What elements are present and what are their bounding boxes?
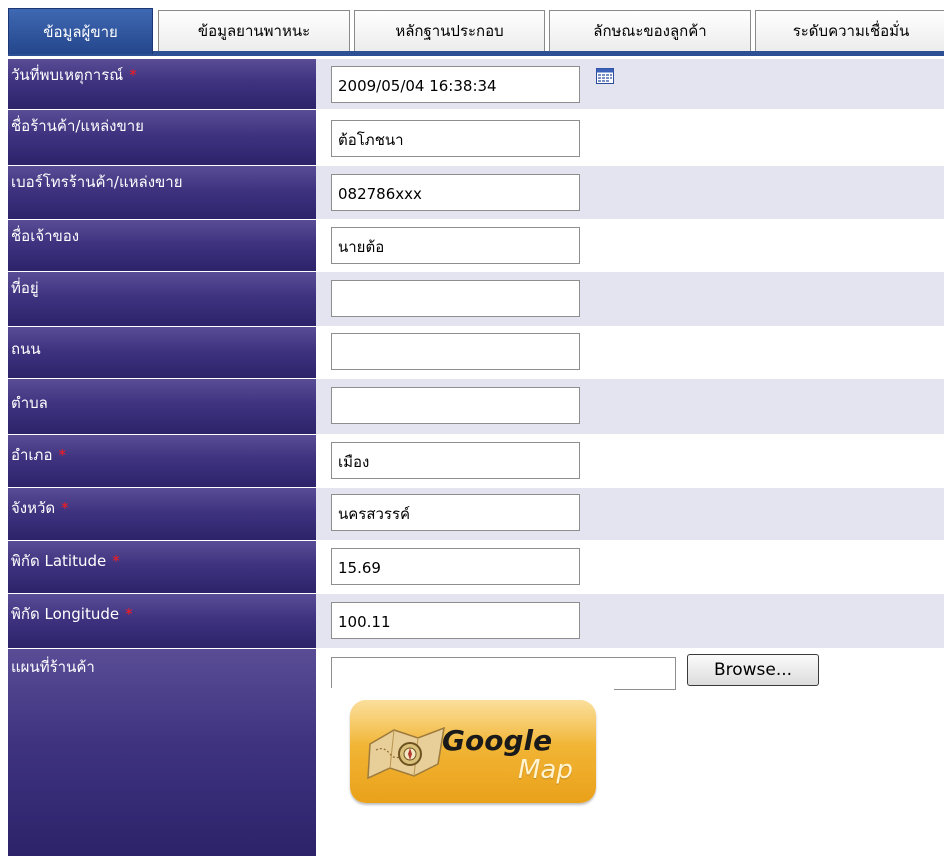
row-road: ถนน: [8, 327, 944, 379]
shop-phone-label: เบอร์โทรร้านค้า/แหล่งขาย: [11, 173, 183, 191]
shop-name-label: ชื่อร้านค้า/แหล่งขาย: [11, 117, 144, 135]
value-cell: [316, 327, 944, 379]
label-cell: ที่อยู่: [8, 272, 316, 327]
row-latitude: พิกัด Latitude *: [8, 541, 944, 594]
treasure-map-icon: [367, 726, 445, 780]
subdistrict-input[interactable]: [331, 387, 580, 424]
label-cell: วันที่พบเหตุการณ์ *: [8, 59, 316, 110]
row-owner-name: ชื่อเจ้าของ: [8, 220, 944, 272]
incident-date-label: วันที่พบเหตุการณ์ *: [11, 66, 137, 84]
map-file-input[interactable]: [331, 657, 676, 690]
province-input[interactable]: [331, 494, 580, 531]
subdistrict-label: ตำบล: [11, 394, 48, 412]
label-cell: ถนน: [8, 327, 316, 379]
row-district: อำเภอ *: [8, 435, 944, 488]
label-cell: ชื่อร้านค้า/แหล่งขาย: [8, 110, 316, 166]
value-cell: Browse... Google Map: [316, 649, 944, 856]
longitude-label: พิกัด Longitude *: [11, 605, 133, 623]
tab-seller-info[interactable]: ข้อมูลผู้ขาย: [8, 8, 153, 54]
shop-phone-input[interactable]: [331, 174, 580, 211]
label-cell: แผนที่ร้านค้า: [8, 649, 316, 856]
tab-confidence-level[interactable]: ระดับความเชื่อมั่น: [755, 10, 944, 51]
required-mark: *: [61, 499, 69, 517]
road-input[interactable]: [331, 333, 580, 370]
row-address: ที่อยู่: [8, 272, 944, 327]
required-mark: *: [125, 605, 133, 623]
incident-date-input[interactable]: [331, 66, 580, 103]
required-mark: *: [58, 446, 66, 464]
required-mark: *: [112, 552, 120, 570]
shop-name-input[interactable]: [331, 120, 580, 157]
tab-bar: ข้อมูลผู้ขาย ข้อมูลยานพาหนะ หลักฐานประกอ…: [8, 8, 944, 56]
seller-info-form: วันที่พบเหตุการณ์* ชื่อร้านค้า/แหล่งขาย: [8, 59, 944, 856]
label-cell: อำเภอ *: [8, 435, 316, 488]
value-cell: [316, 110, 944, 166]
value-cell: [316, 59, 944, 110]
tab-customer-traits[interactable]: ลักษณะของลูกค้า: [549, 10, 751, 51]
map-preview: Google Map: [328, 688, 614, 844]
calendar-icon[interactable]: [596, 68, 614, 84]
label-cell: เบอร์โทรร้านค้า/แหล่งขาย: [8, 166, 316, 220]
label-cell: ชื่อเจ้าของ: [8, 220, 316, 272]
required-mark: *: [129, 66, 137, 84]
row-shop-map: แผนที่ร้านค้า Browse... Google Map: [8, 649, 944, 856]
district-label: อำเภอ *: [11, 446, 66, 464]
tab-vehicle-info[interactable]: ข้อมูลยานพาหนะ: [158, 10, 350, 51]
value-cell: [316, 594, 944, 649]
value-cell: [316, 435, 944, 488]
value-cell: [316, 541, 944, 594]
latitude-input[interactable]: [331, 548, 580, 585]
label-cell: ตำบล: [8, 379, 316, 435]
value-cell: [316, 379, 944, 435]
row-shop-phone: เบอร์โทรร้านค้า/แหล่งขาย: [8, 166, 944, 220]
value-cell: [316, 272, 944, 327]
browse-button[interactable]: Browse...: [687, 654, 819, 686]
shop-map-label: แผนที่ร้านค้า: [11, 658, 95, 676]
google-map-button[interactable]: Google Map: [350, 700, 596, 803]
owner-name-input[interactable]: [331, 227, 580, 264]
row-province: จังหวัด *: [8, 488, 944, 541]
longitude-input[interactable]: [331, 602, 580, 639]
district-input[interactable]: [331, 442, 580, 479]
address-input[interactable]: [331, 280, 580, 317]
label-cell: พิกัด Longitude *: [8, 594, 316, 649]
row-longitude: พิกัด Longitude *: [8, 594, 944, 649]
owner-name-label: ชื่อเจ้าของ: [11, 227, 80, 245]
map-button-word-map: Map: [518, 755, 573, 785]
address-label: ที่อยู่: [11, 279, 39, 297]
map-button-word-google: Google: [442, 724, 553, 757]
label-cell: จังหวัด *: [8, 488, 316, 541]
tab-evidence[interactable]: หลักฐานประกอบ: [354, 10, 545, 51]
row-subdistrict: ตำบล: [8, 379, 944, 435]
latitude-label: พิกัด Latitude *: [11, 552, 120, 570]
value-cell: [316, 220, 944, 272]
province-label: จังหวัด *: [11, 499, 69, 517]
row-incident-date: วันที่พบเหตุการณ์ *: [8, 59, 944, 110]
value-cell: [316, 488, 944, 541]
value-cell: [316, 166, 944, 220]
row-shop-name: ชื่อร้านค้า/แหล่งขาย: [8, 110, 944, 166]
road-label: ถนน: [11, 340, 41, 358]
label-cell: พิกัด Latitude *: [8, 541, 316, 594]
